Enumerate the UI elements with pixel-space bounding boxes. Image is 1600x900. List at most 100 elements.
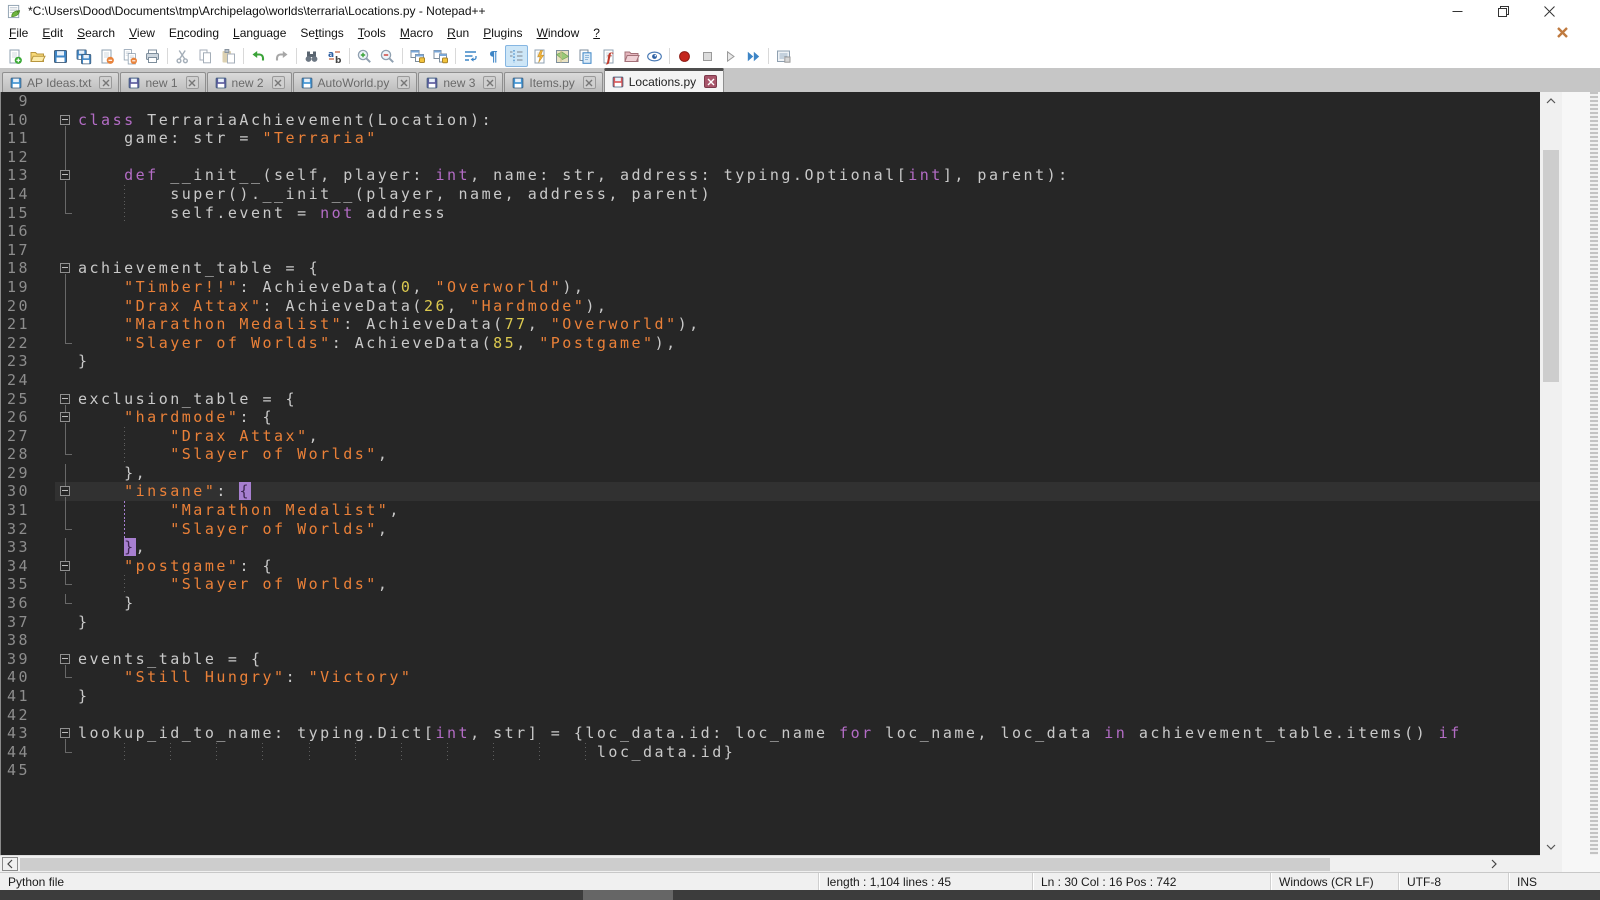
zoom-out-button[interactable]	[376, 45, 399, 67]
menu-item-encoding[interactable]: Encoding	[162, 23, 226, 43]
scroll-right-button[interactable]	[1486, 857, 1502, 871]
show-all-characters-button[interactable]: ¶	[482, 45, 505, 67]
show-indent-guide-button[interactable]	[505, 45, 528, 67]
cut-button[interactable]	[171, 45, 194, 67]
bookmark-margin	[35, 650, 55, 669]
fold-collapse-box[interactable]	[60, 486, 70, 496]
tab-close-icon[interactable]	[99, 76, 112, 89]
fold-collapse-box[interactable]	[60, 115, 70, 125]
menu-item-window[interactable]: Window	[530, 23, 587, 43]
vertical-scrollbar-thumb[interactable]	[1543, 150, 1559, 382]
menu-item-run[interactable]: Run	[440, 23, 476, 43]
fold-margin	[55, 761, 77, 780]
menu-item-settings[interactable]: Settings	[293, 23, 350, 43]
record-macro-button[interactable]	[673, 45, 696, 67]
menu-item-plugins[interactable]: Plugins	[476, 23, 529, 43]
tab-close-icon[interactable]	[583, 76, 596, 89]
line-number: 29	[1, 464, 35, 483]
status-encoding: UTF-8	[1398, 873, 1508, 890]
save-button[interactable]	[49, 45, 72, 67]
open-file-button[interactable]	[26, 45, 49, 67]
vertical-scrollbar[interactable]	[1540, 92, 1562, 855]
horizontal-scrollbar-thumb[interactable]	[20, 858, 1330, 871]
line-number: 10	[1, 111, 35, 130]
menu-item-macro[interactable]: Macro	[393, 23, 440, 43]
function-list-button[interactable]: f	[597, 45, 620, 67]
menu-item-edit[interactable]: Edit	[35, 23, 70, 43]
paste-button[interactable]	[217, 45, 240, 67]
toolbar-separator	[243, 48, 244, 64]
tab-close-icon[interactable]	[272, 76, 285, 89]
restore-button[interactable]	[1480, 0, 1526, 22]
folder-as-workspace-button[interactable]	[620, 45, 643, 67]
tab-close-icon[interactable]	[483, 76, 496, 89]
document-map-button[interactable]	[551, 45, 574, 67]
number: 77	[505, 315, 528, 333]
fold-collapse-box[interactable]	[60, 263, 70, 273]
fold-collapse-box[interactable]	[60, 561, 70, 571]
tab-locations-py[interactable]: Locations.py	[604, 68, 724, 92]
tab-close-icon[interactable]	[704, 75, 717, 88]
code-editor[interactable]: 910class TerrariaAchievement(Location):1…	[0, 92, 1540, 855]
tab-close-icon[interactable]	[186, 76, 199, 89]
scroll-down-button[interactable]	[1540, 838, 1562, 855]
user-defined-language-button[interactable]	[528, 45, 551, 67]
word-wrap-button[interactable]	[459, 45, 482, 67]
fold-collapse-box[interactable]	[60, 394, 70, 404]
fold-collapse-box[interactable]	[60, 654, 70, 664]
print-button[interactable]	[141, 45, 164, 67]
fold-collapse-box[interactable]	[60, 728, 70, 738]
menu-item-view[interactable]: View	[122, 23, 162, 43]
tab-close-icon[interactable]	[397, 76, 410, 89]
playback-macro-button[interactable]	[719, 45, 742, 67]
zoom-in-button[interactable]	[353, 45, 376, 67]
tab-new-1[interactable]: new 1	[120, 72, 205, 92]
tab-new-2[interactable]: new 2	[207, 72, 292, 92]
scroll-up-button[interactable]	[1540, 92, 1562, 109]
sync-horizontal-button[interactable]	[429, 45, 452, 67]
save-recorded-macro-button[interactable]	[772, 45, 795, 67]
code-text: "Slayer of Worlds",	[77, 445, 1540, 464]
svg-text:¶: ¶	[489, 49, 498, 65]
find-button[interactable]	[300, 45, 323, 67]
copy-button[interactable]	[194, 45, 217, 67]
sync-vertical-button[interactable]	[406, 45, 429, 67]
open-file-icon	[29, 48, 46, 65]
fold-collapse-box[interactable]	[60, 412, 70, 422]
menu-item-search[interactable]: Search	[70, 23, 122, 43]
tab-new-3[interactable]: new 3	[418, 72, 503, 92]
close-button[interactable]	[1526, 0, 1572, 22]
horizontal-scrollbar[interactable]	[0, 855, 1540, 872]
tab-items-py[interactable]: Items.py	[504, 72, 602, 92]
fold-margin	[55, 520, 77, 539]
close-all-icon	[121, 48, 138, 65]
code-text: class TerrariaAchievement(Location):	[77, 111, 1540, 130]
menu-item-help[interactable]: ?	[586, 23, 607, 43]
bookmark-margin	[35, 92, 55, 111]
fold-collapse-box[interactable]	[60, 170, 70, 180]
monitoring-button[interactable]	[643, 45, 666, 67]
new-file-button[interactable]	[3, 45, 26, 67]
stop-recording-button[interactable]	[696, 45, 719, 67]
undo-button[interactable]	[247, 45, 270, 67]
menu-item-file[interactable]: File	[2, 23, 35, 43]
word-wrap-icon	[462, 48, 479, 65]
menu-item-tools[interactable]: Tools	[351, 23, 393, 43]
close-document-button[interactable]	[1556, 26, 1569, 39]
replace-button[interactable]: ab	[323, 45, 346, 67]
menu-item-language[interactable]: Language	[226, 23, 293, 43]
notepadpp-window: { "window": { "title": "*C:\\Users\\Dood…	[0, 0, 1600, 900]
minimize-button[interactable]	[1434, 0, 1480, 22]
scroll-left-button[interactable]	[2, 857, 18, 871]
close-all-button[interactable]	[118, 45, 141, 67]
save-all-button[interactable]	[72, 45, 95, 67]
run-macro-multiple-button[interactable]	[742, 45, 765, 67]
tab-autoworld-py[interactable]: AutoWorld.py	[293, 72, 418, 92]
fold-margin	[55, 204, 77, 223]
redo-button[interactable]	[270, 45, 293, 67]
line-number: 17	[1, 241, 35, 260]
fold-margin	[55, 259, 77, 278]
close-button[interactable]	[95, 45, 118, 67]
tab-ap-ideas-txt[interactable]: AP Ideas.txt	[2, 72, 119, 92]
document-list-button[interactable]	[574, 45, 597, 67]
